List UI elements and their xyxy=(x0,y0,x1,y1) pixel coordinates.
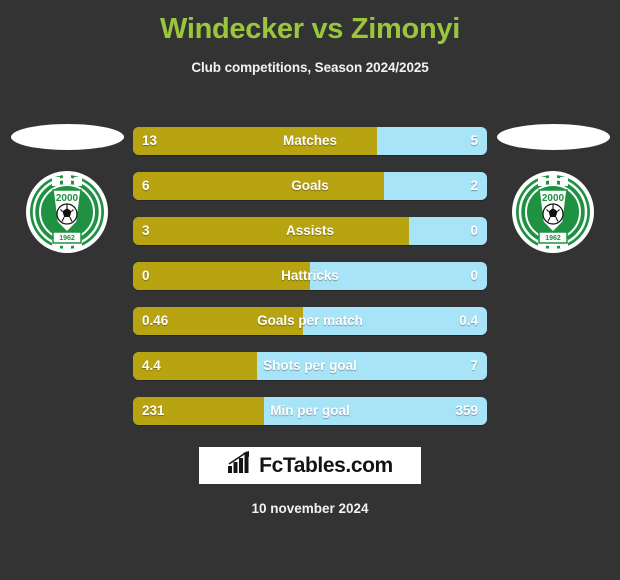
report-date: 10 november 2024 xyxy=(251,501,369,516)
stat-label: Min per goal xyxy=(270,403,350,418)
stat-label: Shots per goal xyxy=(263,358,357,373)
svg-text:2000: 2000 xyxy=(542,193,565,204)
page-subtitle: Club competitions, Season 2024/2025 xyxy=(191,60,429,75)
away-value: 0 xyxy=(470,268,478,283)
stats-comparison-page: Windecker vs Zimonyi Club competitions, … xyxy=(0,0,620,580)
away-value: 2 xyxy=(470,178,478,193)
home-crest-icon: 2000 1962 xyxy=(25,170,109,254)
away-value: 0.4 xyxy=(459,313,478,328)
away-crest-icon: 2000 1962 xyxy=(511,170,595,254)
home-team-block: 2000 1962 xyxy=(6,124,128,274)
svg-text:1962: 1962 xyxy=(59,235,75,242)
stat-label: Goals xyxy=(291,178,329,193)
stat-row-goals-per-match: 0.46 Goals per match 0.4 xyxy=(133,307,487,335)
away-flag-icon xyxy=(496,124,610,150)
away-value: 359 xyxy=(455,403,478,418)
stat-row-min-per-goal: 231 Min per goal 359 xyxy=(133,397,487,425)
stat-row-shots-per-goal: 4.4 Shots per goal 7 xyxy=(133,352,487,380)
stat-label: Goals per match xyxy=(257,313,363,328)
svg-text:1962: 1962 xyxy=(545,235,561,242)
bar-chart-arrow-icon xyxy=(227,451,253,480)
away-team-block: 2000 1962 xyxy=(492,124,614,274)
stat-row-hattricks: 0 Hattricks 0 xyxy=(133,262,487,290)
page-title: Windecker vs Zimonyi xyxy=(160,13,460,45)
stat-row-matches: 13 Matches 5 xyxy=(133,127,487,155)
stat-label: Hattricks xyxy=(281,268,339,283)
stat-label: Assists xyxy=(285,223,335,238)
svg-text:2000: 2000 xyxy=(56,193,79,204)
fctables-brand-logo[interactable]: FcTables.com xyxy=(199,447,421,484)
stat-row-assists: 3 Assists 0 xyxy=(133,217,487,245)
stat-bars-list: 13 Matches 5 6 Goals 2 3 Assists 0 0 Hat… xyxy=(133,127,487,442)
away-value: 7 xyxy=(470,358,478,373)
home-flag-icon xyxy=(10,124,124,150)
brand-text: FcTables.com xyxy=(259,453,393,477)
stat-row-goals: 6 Goals 2 xyxy=(133,172,487,200)
stat-label: Matches xyxy=(282,133,338,148)
away-value: 5 xyxy=(470,133,478,148)
away-value: 0 xyxy=(470,223,478,238)
